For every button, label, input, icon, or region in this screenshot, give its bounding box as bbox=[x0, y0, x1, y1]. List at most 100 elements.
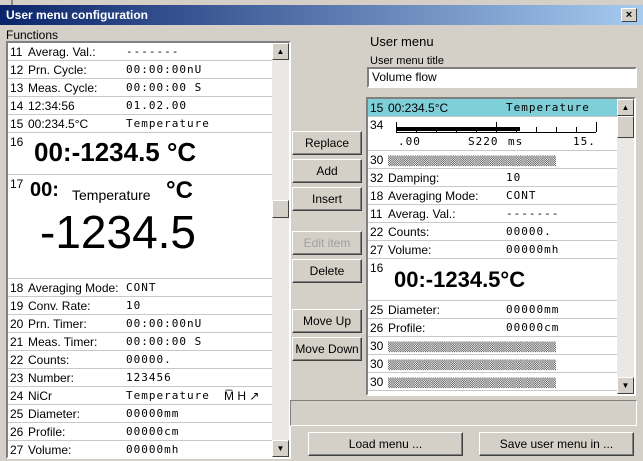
bar-gauge-fill bbox=[396, 127, 520, 131]
user-menu-title-input[interactable]: Volume flow bbox=[367, 67, 637, 88]
list-item[interactable]: 14 12:34:56 01.02.00 bbox=[8, 97, 272, 115]
item-number: 26 bbox=[10, 425, 24, 439]
window-title: User menu configuration bbox=[6, 8, 149, 22]
list-item[interactable]: 20 Prn. Timer: 00:00:00nU bbox=[8, 315, 272, 333]
user-menu-list: 15 00:234.5°C Temperature 34 .00 S220 ms 15. 30 ▒… bbox=[368, 99, 617, 394]
bar-gauge-tick bbox=[516, 127, 517, 132]
edit-item-button[interactable]: Edit item bbox=[292, 231, 362, 255]
scroll-up-icon[interactable]: ▲ bbox=[272, 43, 289, 60]
item-value: 00000. bbox=[126, 353, 172, 366]
list-item[interactable]: 30 ▒▒▒▒▒▒▒▒▒▒▒▒▒▒▒▒▒▒▒▒▒▒▒▒▒▒▒▒▒▒▒ bbox=[368, 373, 617, 391]
list-item[interactable]: 27 Volume: 00000mh bbox=[8, 441, 272, 457]
list-item[interactable]: 15 00:234.5°C Temperature bbox=[8, 115, 272, 133]
list-item[interactable]: 22 Counts: 00000. bbox=[368, 223, 617, 241]
list-item[interactable]: 22 Counts: 00000. bbox=[8, 351, 272, 369]
list-item[interactable]: 19 Conv. Rate: 10 bbox=[8, 297, 272, 315]
scroll-thumb[interactable] bbox=[272, 200, 289, 218]
scroll-up-icon[interactable]: ▲ bbox=[617, 99, 634, 116]
scroll-down-icon[interactable]: ▼ bbox=[617, 377, 634, 394]
item-value: 10 bbox=[126, 299, 142, 312]
item-label: NiCr bbox=[28, 389, 52, 403]
item-number: 14 bbox=[10, 99, 24, 113]
item-value: Temperature bbox=[126, 117, 210, 130]
item-label: Diameter: bbox=[388, 303, 441, 317]
placeholder-pattern: ▒▒▒▒▒▒▒▒▒▒▒▒▒▒▒▒▒▒▒▒▒▒▒▒▒▒▒▒▒▒▒ bbox=[388, 361, 556, 371]
list-item[interactable]: 32 Damping: 10 bbox=[368, 169, 617, 187]
list-item[interactable]: 24 NiCr Temperature M̅ H ↗ bbox=[8, 387, 272, 405]
list-item[interactable]: 26 Profile: 00000cm bbox=[8, 423, 272, 441]
item-value: 00000mm bbox=[126, 407, 180, 420]
bar-scale-label: ms bbox=[508, 135, 524, 148]
bar-gauge-tick bbox=[396, 122, 397, 132]
close-button[interactable]: × bbox=[621, 8, 637, 22]
list-item[interactable]: 18 Averaging Mode: CONT bbox=[8, 279, 272, 297]
list-item[interactable]: 17 00: Temperature °C -1234.5 bbox=[8, 175, 272, 279]
item-label: Volume: bbox=[388, 243, 432, 257]
list-item[interactable]: 12 Prn. Cycle: 00:00:00nU bbox=[8, 61, 272, 79]
item-label: Temperature bbox=[72, 187, 151, 203]
item-value: 00000cm bbox=[506, 321, 560, 334]
list-item[interactable]: 26 Profile: 00000cm bbox=[368, 319, 617, 337]
item-prefix: 00: bbox=[30, 179, 59, 201]
status-area bbox=[290, 400, 637, 426]
item-value: CONT bbox=[506, 189, 537, 202]
item-number: 19 bbox=[10, 299, 24, 313]
item-big-value: -1234.5 bbox=[40, 206, 197, 258]
move-up-button[interactable]: Move Up bbox=[292, 309, 362, 333]
add-button[interactable]: Add bbox=[292, 159, 362, 183]
scroll-down-icon[interactable]: ▼ bbox=[272, 440, 289, 457]
bar-gauge-tick bbox=[476, 127, 477, 132]
list-item[interactable]: 16 00:-1234.5 °C bbox=[8, 133, 272, 175]
move-down-button[interactable]: Move Down bbox=[292, 337, 362, 361]
item-number: 26 bbox=[370, 321, 384, 335]
item-value: Temperature bbox=[126, 389, 210, 402]
item-label: Profile: bbox=[388, 321, 426, 335]
item-label: 00:234.5°C bbox=[388, 101, 449, 115]
list-item[interactable]: 25 Diameter: 00000mm bbox=[8, 405, 272, 423]
bar-gauge-tick bbox=[436, 127, 437, 132]
item-extra: M̅ H ↗ bbox=[224, 389, 260, 403]
item-label: Number: bbox=[28, 371, 75, 385]
list-item[interactable]: 21 Meas. Timer: 00:00:00 S bbox=[8, 333, 272, 351]
item-value: 00000. bbox=[506, 225, 552, 238]
list-item[interactable]: 13 Meas. Cycle: 00:00:00 S bbox=[8, 79, 272, 97]
user-menu-listbox[interactable]: 15 00:234.5°C Temperature 34 .00 S220 ms 15. 30 ▒… bbox=[366, 97, 636, 396]
item-value: 00:00:00nU bbox=[126, 317, 203, 330]
list-item[interactable]: 30 ▒▒▒▒▒▒▒▒▒▒▒▒▒▒▒▒▒▒▒▒▒▒▒▒▒▒▒▒▒▒▒ bbox=[368, 337, 617, 355]
item-number: 32 bbox=[370, 171, 384, 185]
bar-gauge-tick bbox=[456, 127, 457, 132]
item-number: 16 bbox=[370, 261, 384, 275]
delete-button[interactable]: Delete bbox=[292, 259, 362, 283]
list-item[interactable]: 18 Averaging Mode: CONT bbox=[368, 187, 617, 205]
load-menu-button[interactable]: Load menu ... bbox=[308, 432, 463, 456]
item-value: 00000mh bbox=[506, 243, 560, 256]
item-value: 00:00:00nU bbox=[126, 63, 203, 76]
list-item[interactable]: 34 .00 S220 ms 15. bbox=[368, 117, 617, 151]
bar-scale-label: .00 bbox=[398, 135, 421, 148]
functions-listbox[interactable]: 11 Averag. Val.: ------- 12 Prn. Cycle: 00:00… bbox=[6, 41, 291, 459]
list-item[interactable]: 30 ▒▒▒▒▒▒▒▒▒▒▒▒▒▒▒▒▒▒▒▒▒▒▒▒▒▒▒▒▒▒▒ bbox=[368, 151, 617, 169]
list-item[interactable]: 15 00:234.5°C Temperature bbox=[368, 99, 617, 117]
list-item[interactable]: 30 ▒▒▒▒▒▒▒▒▒▒▒▒▒▒▒▒▒▒▒▒▒▒▒▒▒▒▒▒▒▒▒ bbox=[368, 355, 617, 373]
functions-scrollbar[interactable]: ▲ ▼ bbox=[272, 43, 289, 457]
scroll-thumb[interactable] bbox=[617, 116, 634, 138]
list-item[interactable]: 27 Volume: 00000mh bbox=[368, 241, 617, 259]
item-label: Prn. Cycle: bbox=[28, 63, 87, 77]
list-item[interactable]: 16 00:-1234.5°C bbox=[368, 259, 617, 301]
item-number: 15 bbox=[370, 101, 384, 115]
item-number: 30 bbox=[370, 153, 384, 167]
save-user-menu-button[interactable]: Save user menu in ... bbox=[479, 432, 634, 456]
list-item[interactable]: 25 Diameter: 00000mm bbox=[368, 301, 617, 319]
list-item[interactable]: 11 Averag. Val.: ------- bbox=[368, 205, 617, 223]
insert-button[interactable]: Insert bbox=[292, 187, 362, 211]
item-number: 23 bbox=[10, 371, 24, 385]
item-value: 00000mh bbox=[126, 443, 180, 456]
list-item[interactable]: 23 Number: 123456 bbox=[8, 369, 272, 387]
user-menu-scrollbar[interactable]: ▲ ▼ bbox=[617, 99, 634, 394]
item-number: 22 bbox=[10, 353, 24, 367]
bar-gauge bbox=[396, 122, 597, 133]
bar-scale-label: S220 bbox=[468, 135, 499, 148]
replace-button[interactable]: Replace bbox=[292, 131, 362, 155]
bar-scale-label: 15. bbox=[573, 135, 596, 148]
list-item[interactable]: 11 Averag. Val.: ------- bbox=[8, 43, 272, 61]
